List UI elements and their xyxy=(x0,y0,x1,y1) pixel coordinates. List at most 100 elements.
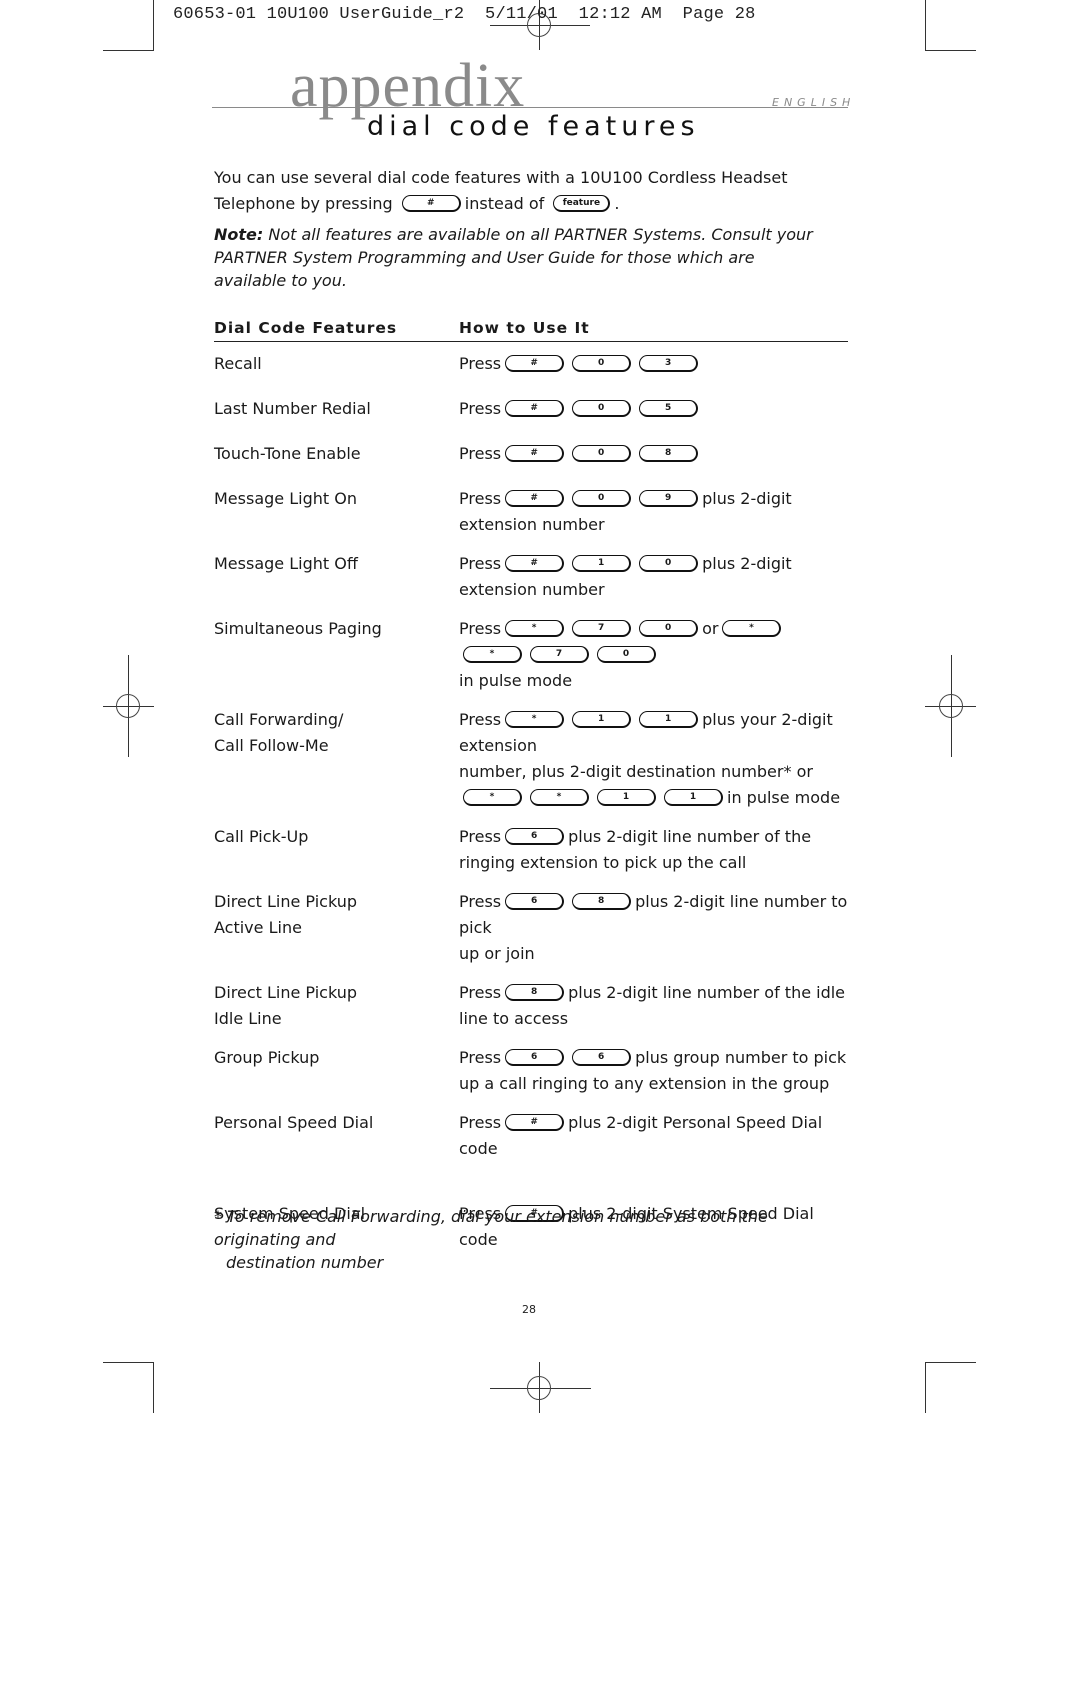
usage-instructions: Press #0 3 xyxy=(459,351,848,377)
usage-line: line to access xyxy=(459,1006,848,1032)
star-key-icon: * xyxy=(505,710,565,728)
press-label: Press xyxy=(459,1048,502,1067)
feature-name: Touch-Tone Enable xyxy=(214,441,459,467)
usage-line: in pulse mode xyxy=(459,668,848,694)
table-row: Direct Line Pickup Idle Line Press 8 plus 2-… xyxy=(214,980,848,1032)
crop-mark xyxy=(925,1362,976,1364)
star-key-icon: * xyxy=(722,619,782,637)
digit-key-icon: 0 xyxy=(639,619,699,637)
feature-name-line: Message Light Off xyxy=(214,554,358,573)
table-row: Message Light Off Press #1 0 plus 2-digit ext… xyxy=(214,551,848,603)
hash-key-icon: # xyxy=(505,1113,565,1131)
digit-key-icon: 1 xyxy=(572,710,632,728)
hash-key-icon: # xyxy=(505,399,565,417)
press-label: Press xyxy=(459,354,502,373)
note-paragraph: Note: Not all features are available on … xyxy=(214,223,814,292)
digit-key-icon: 7 xyxy=(530,645,589,663)
usage-line: Press 8 plus 2-digit line number of the id… xyxy=(459,980,848,1006)
usage-text: plus 2-digit xyxy=(702,489,792,508)
usage-text: plus 2-digit line number of the idle xyxy=(568,983,846,1002)
feature-name-line: Call Follow-Me xyxy=(214,736,329,755)
usage-line: Press 6 8 plus 2-digit line number to pick xyxy=(459,889,848,941)
feature-name-line: Touch-Tone Enable xyxy=(214,444,361,463)
usage-line: ringing extension to pick up the call xyxy=(459,850,848,876)
feature-name-line: Group Pickup xyxy=(214,1048,320,1067)
usage-text: line to access xyxy=(459,1009,569,1028)
feature-name-line: Message Light On xyxy=(214,489,357,508)
usage-line: Press #0 5 xyxy=(459,396,848,422)
feature-name: Last Number Redial xyxy=(214,396,459,422)
feature-name-line: Recall xyxy=(214,354,262,373)
digit-key-icon: 1 xyxy=(639,710,699,728)
feature-name-line: Simultaneous Paging xyxy=(214,619,382,638)
press-label: Press xyxy=(459,892,502,911)
press-label: Press xyxy=(459,399,502,418)
crop-mark xyxy=(103,1362,154,1364)
digit-key-icon: 3 xyxy=(639,354,699,372)
header-rule xyxy=(212,107,848,109)
page-title: dial code features xyxy=(367,111,700,142)
star-key-icon: * xyxy=(463,645,522,663)
usage-line: Press * 7 0 or ** 7 0 xyxy=(459,616,848,668)
usage-line: Press #0 9 plus 2-digit xyxy=(459,486,848,512)
crop-mark xyxy=(925,50,976,52)
usage-text: in pulse mode xyxy=(459,671,573,690)
usage-text: in pulse mode xyxy=(727,788,841,807)
footnote-line: * To remove Call Forwarding, dial your e… xyxy=(214,1207,768,1249)
note-label: Note: xyxy=(214,225,264,244)
press-label: Press xyxy=(459,489,502,508)
feature-name: Simultaneous Paging xyxy=(214,616,459,694)
usage-line: Press #0 3 xyxy=(459,351,848,377)
feature-name-line: Active Line xyxy=(214,918,302,937)
digit-key-icon: 6 xyxy=(505,1048,565,1066)
feature-name-line: Personal Speed Dial xyxy=(214,1113,374,1132)
press-label: Press xyxy=(459,554,502,573)
usage-line: Press #0 8 xyxy=(459,441,848,467)
hash-key-icon: # xyxy=(505,489,565,507)
feature-name: Message Light On xyxy=(214,486,459,538)
usage-instructions: Press * 7 0 or ** 7 0 in pulse mode xyxy=(459,616,848,694)
digit-key-icon: 0 xyxy=(572,444,632,462)
usage-line: * * 1 1 in pulse mode xyxy=(459,785,848,811)
table-row: Call Pick-Up Press 6 plus 2-digit line numb… xyxy=(214,824,848,876)
table-row: Message Light On Press #0 9 plus 2-digit exte… xyxy=(214,486,848,538)
usage-text: number, plus 2-digit destination number*… xyxy=(459,762,813,781)
usage-text: plus group number to pick xyxy=(635,1048,847,1067)
intro-block: You can use several dial code features w… xyxy=(214,165,850,292)
digit-key-icon: 0 xyxy=(572,354,632,372)
feature-name: Message Light Off xyxy=(214,551,459,603)
usage-line: Press #1 0 plus 2-digit xyxy=(459,551,848,577)
usage-line: extension number xyxy=(459,512,848,538)
digit-key-icon: 8 xyxy=(505,983,565,1001)
language-label: ENGLISH xyxy=(772,96,856,109)
usage-text: extension number xyxy=(459,515,605,534)
crop-mark xyxy=(153,0,155,51)
feature-name: Direct Line Pickup Active Line xyxy=(214,889,459,967)
feature-name: Direct Line Pickup Idle Line xyxy=(214,980,459,1032)
hash-key-icon: # xyxy=(505,444,565,462)
intro-text: instead of xyxy=(464,194,545,213)
press-label: Press xyxy=(459,827,502,846)
digit-key-icon: 1 xyxy=(597,788,656,806)
feature-name-line: Call Forwarding/ xyxy=(214,710,344,729)
digit-key-icon: 8 xyxy=(572,892,632,910)
usage-line: up a call ringing to any extension in th… xyxy=(459,1071,848,1097)
digit-key-icon: 8 xyxy=(639,444,699,462)
usage-instructions: Press #0 5 xyxy=(459,396,848,422)
press-label: Press xyxy=(459,1113,502,1132)
feature-name: Call Pick-Up xyxy=(214,824,459,876)
usage-text: up a call ringing to any extension in th… xyxy=(459,1074,830,1093)
table-row: Group Pickup Press 6 6 plus group number to … xyxy=(214,1045,848,1097)
feature-name: Recall xyxy=(214,351,459,377)
digit-key-icon: 5 xyxy=(639,399,699,417)
digit-key-icon: 6 xyxy=(572,1048,632,1066)
usage-instructions: Press 8 plus 2-digit line number of the id… xyxy=(459,980,848,1032)
usage-text: plus 2-digit xyxy=(702,554,792,573)
note-text: Not all features are available on all PA… xyxy=(214,225,813,290)
feature-name-line: Direct Line Pickup xyxy=(214,983,358,1002)
usage-instructions: Press * 1 1 plus your 2-digit extension numbe… xyxy=(459,707,848,811)
star-key-icon: * xyxy=(530,788,589,806)
feature-name-line: Call Pick-Up xyxy=(214,827,309,846)
table-row: Simultaneous Paging Press * 7 0 or ** 7 0 in puls… xyxy=(214,616,848,694)
hash-key-icon: # xyxy=(505,554,565,572)
